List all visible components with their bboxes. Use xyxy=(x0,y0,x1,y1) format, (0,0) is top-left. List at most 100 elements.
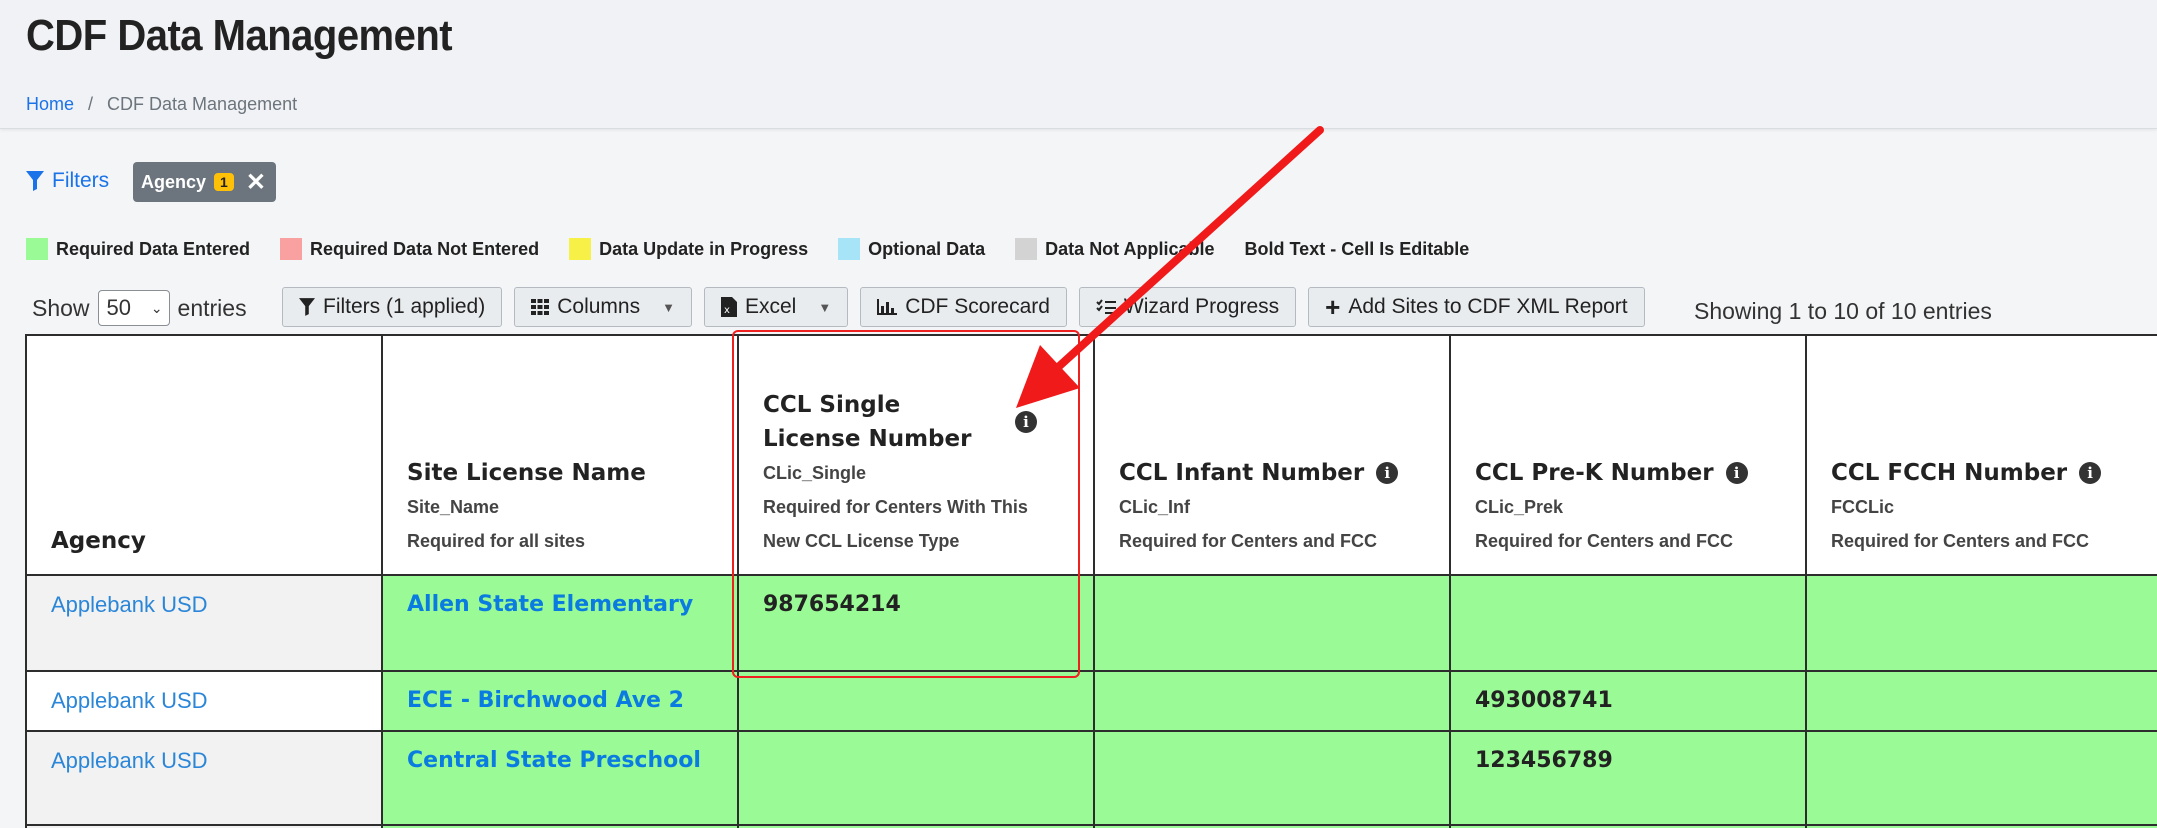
column-name: CCL Single License Number xyxy=(763,392,972,452)
column-name: CCL Infant Number xyxy=(1119,460,1365,486)
ccl-prek-cell[interactable] xyxy=(1449,574,1807,672)
legend-swatch xyxy=(1015,238,1038,260)
caret-down-icon: ▼ xyxy=(818,299,832,315)
site-name-cell[interactable]: Central State Preschool xyxy=(381,730,739,826)
add-sites-button[interactable]: + Add Sites to CDF XML Report xyxy=(1308,287,1645,327)
chevron-down-icon: ⌄ xyxy=(150,299,163,316)
column-code: FCCLic xyxy=(1831,497,1894,517)
column-code: Site_Name xyxy=(407,497,500,517)
column-name: CCL Pre-K Number xyxy=(1475,460,1714,486)
agency-filter-chip[interactable]: Agency 1 ✕ xyxy=(133,162,276,202)
excel-file-icon: x xyxy=(720,297,737,317)
add-sites-label: Add Sites to CDF XML Report xyxy=(1348,295,1628,318)
legend-edit-note: Bold Text - Cell Is Editable xyxy=(1245,239,1470,260)
columns-button[interactable]: Columns ▼ xyxy=(514,287,692,327)
column-name-wrap: CCL FCCH Number i xyxy=(1831,456,2137,490)
page-title: CDF Data Management xyxy=(26,12,453,60)
legend-item: Data Update in Progress xyxy=(569,238,808,260)
column-name-wrap: CCL Infant Number i xyxy=(1119,456,1425,490)
cdf-scorecard-label: CDF Scorecard xyxy=(905,295,1050,318)
info-icon[interactable]: i xyxy=(1376,462,1399,484)
svg-text:x: x xyxy=(724,305,730,316)
ccl-single-cell[interactable] xyxy=(737,730,1095,826)
legend-note-bold: Bold Text xyxy=(1244,238,1326,259)
legend-item: Required Data Entered xyxy=(26,238,250,260)
filters-link[interactable]: Filters xyxy=(26,169,109,193)
site-name-cell[interactable]: Allen State Elementary xyxy=(381,574,739,672)
plus-icon: + xyxy=(1325,292,1341,322)
page-length-control: Show 50 ⌄ entries xyxy=(32,290,247,326)
page-header: CDF Data Management Home / CDF Data Manage… xyxy=(0,0,2157,129)
table-toolbar: Filters (1 applied) Columns ▼ x Excel ▼ … xyxy=(282,287,1645,327)
close-icon[interactable]: ✕ xyxy=(246,168,266,197)
table-row: Applebank USD Allen State Elementary 987… xyxy=(25,574,2157,672)
ccl-single-cell[interactable] xyxy=(737,670,1095,732)
legend-swatch xyxy=(26,238,48,260)
ccl-infant-cell[interactable] xyxy=(1093,730,1451,826)
filter-icon xyxy=(299,298,315,316)
ccl-fcch-cell[interactable] xyxy=(1805,730,2157,826)
legend-label: Data Update in Progress xyxy=(599,238,809,259)
excel-button[interactable]: x Excel ▼ xyxy=(703,287,849,327)
agency-cell[interactable]: Applebank USD xyxy=(25,730,383,826)
column-note: Required for Centers With This New CCL L… xyxy=(763,497,1028,551)
column-note: Required for Centers and FCC xyxy=(1119,531,1378,551)
columns-label: Columns xyxy=(557,295,641,318)
info-icon[interactable]: i xyxy=(1015,411,1037,433)
chip-label: Agency xyxy=(141,171,207,192)
legend-item: Data Not Applicable xyxy=(1015,238,1215,260)
excel-label: Excel xyxy=(744,295,797,318)
page-length-select[interactable]: 50 ⌄ xyxy=(97,290,170,326)
breadcrumb-separator: / xyxy=(88,94,94,114)
wizard-progress-button[interactable]: Wizard Progress xyxy=(1078,287,1297,327)
agency-cell[interactable]: Applebank USD xyxy=(25,574,383,672)
table-row: Applebank USD ECE - Birchwood Ave 2 4930… xyxy=(25,670,2157,732)
column-code: CLic_Single xyxy=(763,463,867,483)
column-note: Required for Centers and FCC xyxy=(1831,531,2090,551)
agency-cell[interactable]: Applebank USD xyxy=(25,670,383,732)
column-name: Site License Name xyxy=(407,460,646,486)
column-code: CLic_Prek xyxy=(1475,497,1564,517)
ccl-single-cell[interactable]: 987654214 xyxy=(737,574,1095,672)
legend-item: Required Data Not Entered xyxy=(280,238,539,260)
ccl-infant-cell[interactable] xyxy=(1093,574,1451,672)
breadcrumb: Home / CDF Data Management xyxy=(26,94,297,115)
info-icon[interactable]: i xyxy=(1725,462,1748,484)
column-name: Agency xyxy=(51,528,146,554)
column-note: Required for Centers and FCC xyxy=(1475,531,1734,551)
legend-item: Optional Data xyxy=(838,238,985,260)
legend-label: Data Not Applicable xyxy=(1045,238,1215,259)
column-header-ccl-prek[interactable]: CCL Pre-K Number i CLic_Prek Required for… xyxy=(1449,334,1807,576)
ccl-fcch-cell[interactable] xyxy=(1805,670,2157,732)
table-row: Applebank USD Central State Preschool 12… xyxy=(25,730,2157,826)
filter-icon xyxy=(26,171,44,191)
cdf-scorecard-button[interactable]: CDF Scorecard xyxy=(860,287,1067,327)
show-suffix: entries xyxy=(177,294,247,321)
ccl-prek-cell[interactable]: 123456789 xyxy=(1449,730,1807,826)
caret-down-icon: ▼ xyxy=(662,299,675,315)
filters-applied-label: Filters (1 applied) xyxy=(323,295,486,318)
legend-label: Required Data Entered xyxy=(56,238,251,259)
column-header-ccl-infant[interactable]: CCL Infant Number i CLic_Inf Required for… xyxy=(1093,334,1451,576)
filters-applied-button[interactable]: Filters (1 applied) xyxy=(282,287,503,327)
wizard-progress-label: Wizard Progress xyxy=(1123,295,1280,318)
breadcrumb-home-link[interactable]: Home xyxy=(26,94,74,114)
ccl-infant-cell[interactable] xyxy=(1093,670,1451,732)
column-header-ccl-fcch[interactable]: CCL FCCH Number i FCCLic Required for Cen… xyxy=(1805,334,2157,576)
table-info: Showing 1 to 10 of 10 entries xyxy=(1694,298,1992,324)
page-length-value: 50 xyxy=(106,295,132,320)
chip-count-badge: 1 xyxy=(214,173,234,191)
column-name-wrap: CCL Single License Number i xyxy=(763,388,1069,456)
column-name-wrap: CCL Pre-K Number i xyxy=(1475,456,1781,490)
ccl-prek-cell[interactable]: 493008741 xyxy=(1449,670,1807,732)
column-header-ccl-single[interactable]: CCL Single License Number i CLic_Single R… xyxy=(737,334,1095,576)
ccl-fcch-cell[interactable] xyxy=(1805,574,2157,672)
breadcrumb-current: CDF Data Management xyxy=(107,94,298,114)
info-icon[interactable]: i xyxy=(2079,462,2102,484)
column-header-site-license-name[interactable]: Site License Name Site_Name Required for… xyxy=(381,334,739,576)
legend-swatch xyxy=(569,238,592,260)
legend-swatch xyxy=(838,238,861,260)
column-header-agency[interactable]: Agency xyxy=(25,334,383,576)
color-legend: Required Data Entered Required Data Not … xyxy=(26,238,1499,260)
site-name-cell[interactable]: ECE - Birchwood Ave 2 xyxy=(381,670,739,732)
